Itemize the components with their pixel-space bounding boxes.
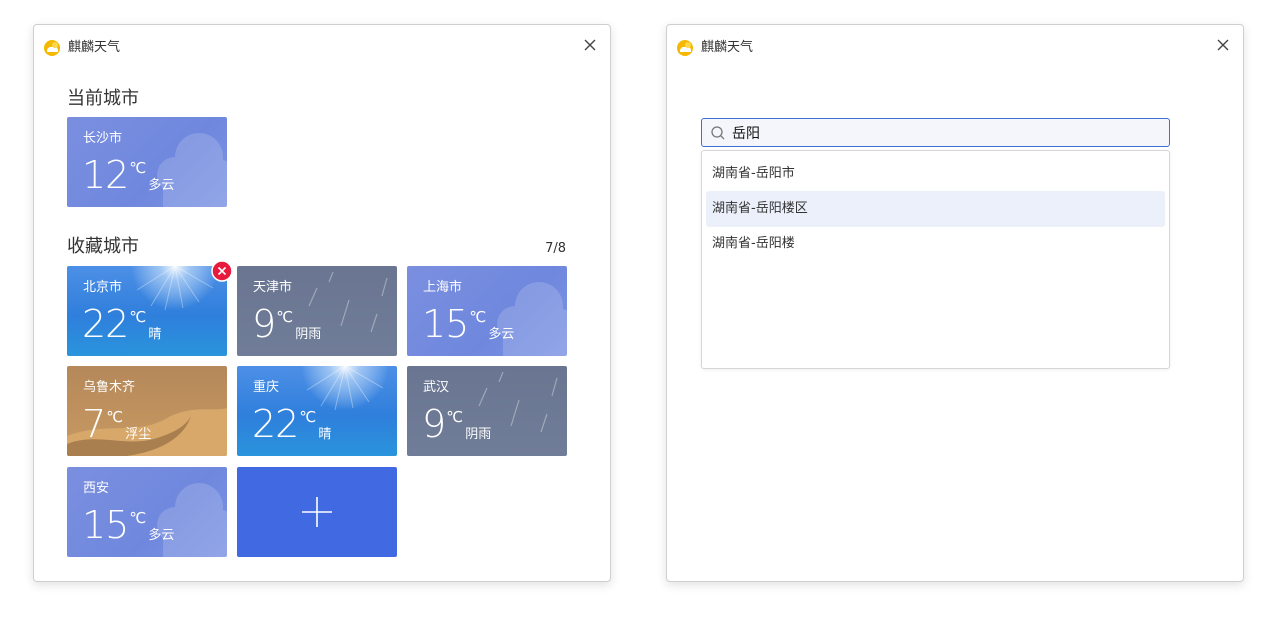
plus-icon <box>302 497 332 527</box>
search-result-item[interactable]: 湖南省-岳阳市 <box>706 156 1165 192</box>
search-result-item[interactable]: 湖南省-岳阳楼区 <box>706 191 1165 227</box>
favorite-city-card[interactable]: 乌鲁木齐 7 ℃ 浮尘 <box>67 366 227 456</box>
remove-city-icon[interactable] <box>211 260 233 282</box>
weather-app-logo-icon <box>677 40 693 56</box>
favorite-cities-heading: 收藏城市 <box>67 236 139 257</box>
temperature-unit: ℃ <box>276 308 294 326</box>
temperature-unit: ℃ <box>469 308 487 326</box>
temperature: 22 <box>82 302 129 346</box>
city-name: 武汉 <box>423 380 450 395</box>
temperature-unit: ℃ <box>299 408 317 426</box>
current-city-card[interactable]: 长沙市 12 ℃ 多云 <box>67 117 227 207</box>
temperature-unit: ℃ <box>129 308 147 326</box>
temperature-unit: ℃ <box>446 408 464 426</box>
app-title: 麒麟天气 <box>68 40 121 55</box>
city-search-input[interactable] <box>732 122 1152 144</box>
temperature-unit: ℃ <box>106 408 124 426</box>
city-name: 西安 <box>83 481 110 496</box>
title-bar: 麒麟天气 <box>34 25 610 69</box>
weather-condition: 多云 <box>488 327 515 342</box>
favorite-city-card[interactable]: 上海市 15 ℃ 多云 <box>407 266 567 356</box>
add-city-button[interactable] <box>237 467 397 557</box>
temperature-unit: ℃ <box>129 159 147 177</box>
weather-condition: 多云 <box>148 528 175 543</box>
temperature: 22 <box>252 402 299 446</box>
temperature-unit: ℃ <box>129 509 147 527</box>
favorite-city-card[interactable]: 重庆 22 ℃ 晴 <box>237 366 397 456</box>
weather-condition: 阴雨 <box>465 427 492 442</box>
temperature: 9 <box>252 302 276 346</box>
current-city-heading: 当前城市 <box>67 88 139 109</box>
favorites-count: 7/8 <box>545 241 566 256</box>
favorite-city-card[interactable]: 西安 15 ℃ 多云 <box>67 467 227 557</box>
favorite-city-card[interactable]: 天津市 9 ℃ 阴雨 <box>237 266 397 356</box>
temperature: 15 <box>422 302 469 346</box>
weather-app-logo-icon <box>44 40 60 56</box>
weather-condition: 多云 <box>148 178 175 193</box>
city-name: 乌鲁木齐 <box>83 380 136 395</box>
city-name: 重庆 <box>253 380 280 395</box>
city-name: 上海市 <box>423 280 463 295</box>
close-icon[interactable] <box>580 35 600 55</box>
city-search-box[interactable] <box>701 118 1170 147</box>
close-icon[interactable] <box>1213 35 1233 55</box>
search-results-dropdown: 湖南省-岳阳市 湖南省-岳阳楼区 湖南省-岳阳楼 <box>701 150 1170 369</box>
weather-condition: 晴 <box>148 327 162 342</box>
temperature: 12 <box>82 153 129 197</box>
favorite-city-card[interactable]: 北京市 22 ℃ 晴 <box>67 266 227 356</box>
weather-condition: 阴雨 <box>295 327 322 342</box>
favorite-city-card[interactable]: 武汉 9 ℃ 阴雨 <box>407 366 567 456</box>
weather-window-main: 麒麟天气 当前城市 长沙市 12 ℃ 多云 收藏城市 7/8 北京市 22 ℃ 晴天津市 9 ℃… <box>33 24 611 582</box>
search-result-item[interactable]: 湖南省-岳阳楼 <box>706 226 1165 262</box>
temperature: 15 <box>82 503 129 547</box>
weather-window-search: 麒麟天气 湖南省-岳阳市 湖南省-岳阳楼区 湖南省-岳阳楼 <box>666 24 1244 582</box>
weather-condition: 浮尘 <box>125 427 152 442</box>
app-title: 麒麟天气 <box>701 40 754 55</box>
temperature: 9 <box>422 402 446 446</box>
city-name: 长沙市 <box>83 131 123 146</box>
city-name: 天津市 <box>253 280 293 295</box>
search-icon <box>711 126 725 140</box>
weather-condition: 晴 <box>318 427 332 442</box>
temperature: 7 <box>82 402 106 446</box>
title-bar: 麒麟天气 <box>667 25 1243 69</box>
city-name: 北京市 <box>83 280 123 295</box>
